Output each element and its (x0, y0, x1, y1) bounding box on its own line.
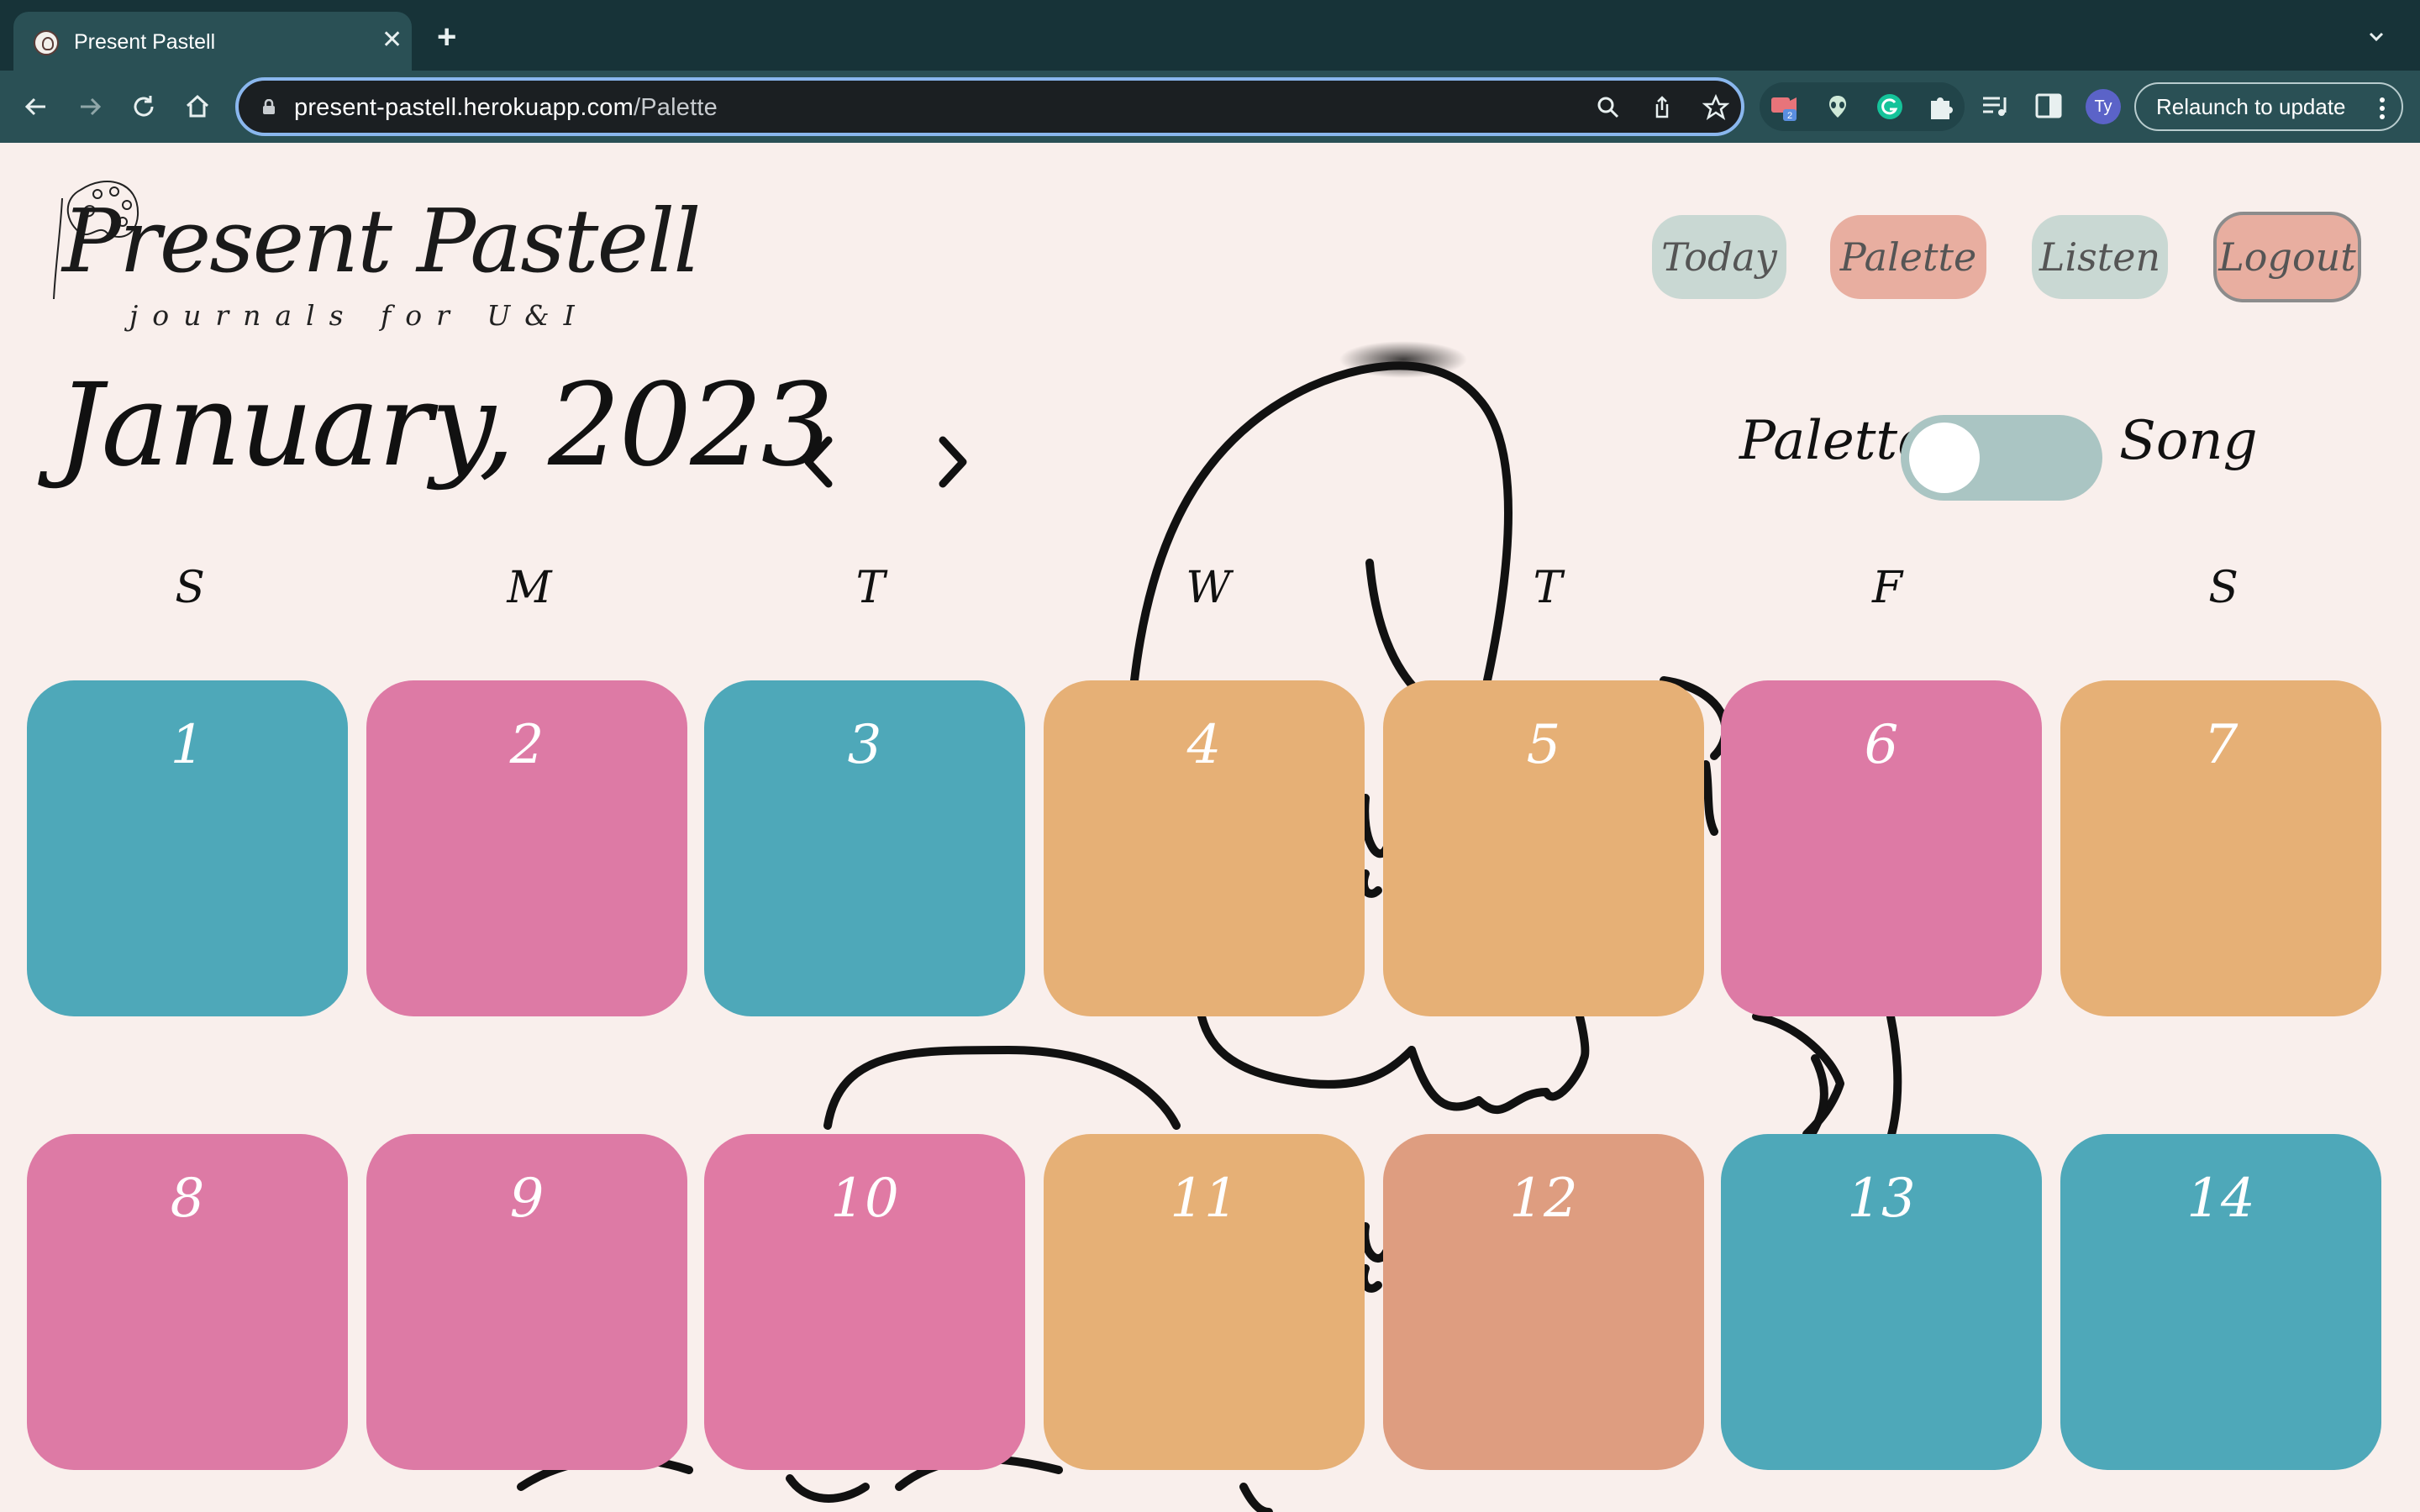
month-title: January, 2023 (57, 360, 834, 492)
day-number: 5 (1526, 714, 1561, 776)
calendar-day-cell[interactable]: 7 (2060, 680, 2381, 1016)
share-icon[interactable] (1649, 94, 1676, 121)
day-number: 3 (847, 714, 882, 776)
page-content: Present Pastell journals for U&I Today P… (0, 143, 2420, 1512)
calendar-day-cell[interactable]: 1 (27, 680, 348, 1016)
logo-title: Present Pastell (62, 190, 702, 292)
extension-alien-icon[interactable] (1823, 92, 1852, 121)
forward-button[interactable] (69, 86, 111, 128)
bookmark-star-icon[interactable] (1702, 94, 1729, 121)
new-tab-button[interactable]: + (437, 20, 456, 54)
next-month-chevron-icon[interactable] (928, 428, 978, 496)
calendar-day-cell[interactable]: 3 (704, 680, 1025, 1016)
home-button[interactable] (176, 86, 218, 128)
home-icon (186, 94, 209, 118)
weekday-label: F (1871, 563, 1903, 613)
reload-button[interactable] (123, 86, 165, 128)
browser-toolbar: present-pastell.herokuapp.com/Palette 2 (0, 71, 2420, 143)
extension-video-icon[interactable]: 2 (1770, 92, 1798, 121)
site-logo[interactable]: Present Pastell journals for U&I (47, 173, 702, 341)
calendar-day-cell[interactable]: 10 (704, 1134, 1025, 1470)
day-number: 10 (830, 1168, 899, 1230)
url-path: /Palette (633, 94, 718, 121)
weekday-label: W (1186, 563, 1231, 613)
url-host: present-pastell.herokuapp.com (294, 94, 634, 121)
tab-title: Present Pastell (74, 30, 216, 54)
day-number: 14 (2186, 1168, 2255, 1230)
day-number: 6 (1864, 714, 1899, 776)
day-number: 8 (170, 1168, 205, 1230)
nav-palette-button[interactable]: Palette (1830, 215, 1986, 299)
extensions-group: 2 (1760, 82, 1965, 131)
favicon-icon (34, 30, 59, 55)
side-panel-icon[interactable] (2033, 91, 2064, 121)
extension-badge: 2 (1787, 111, 1792, 121)
weekday-label: T (855, 563, 886, 613)
nav-today-button[interactable]: Today (1652, 215, 1786, 299)
media-queue-icon[interactable] (1980, 91, 2010, 121)
logo-subtitle: journals for U&I (129, 299, 589, 332)
calendar-day-cell[interactable]: 8 (27, 1134, 348, 1470)
calendar-day-cell[interactable]: 9 (366, 1134, 687, 1470)
day-number: 1 (170, 714, 205, 776)
puzzle-extensions-icon[interactable] (1926, 92, 1954, 121)
profile-avatar[interactable]: Ty (2086, 89, 2121, 124)
calendar-day-cell[interactable]: 13 (1721, 1134, 2042, 1470)
nav-logout-button[interactable]: Logout (2213, 212, 2361, 302)
browser-tabstrip: Present Pastell ✕ + (0, 0, 2420, 71)
prev-month-chevron-icon[interactable] (793, 428, 844, 496)
day-number: 4 (1186, 714, 1222, 776)
day-number: 11 (1170, 1168, 1239, 1230)
reload-icon (134, 96, 154, 117)
lock-icon[interactable] (262, 99, 276, 114)
calendar-day-cell[interactable]: 4 (1044, 680, 1365, 1016)
nav-listen-button[interactable]: Listen (2032, 215, 2168, 299)
day-number: 13 (1847, 1168, 1916, 1230)
kebab-menu-icon[interactable] (2378, 96, 2386, 121)
calendar-day-cell[interactable]: 2 (366, 680, 687, 1016)
calendar-day-cell[interactable]: 5 (1383, 680, 1704, 1016)
day-number: 9 (509, 1168, 544, 1230)
search-icon[interactable] (1595, 94, 1622, 121)
chevron-down-icon[interactable] (2368, 29, 2385, 45)
calendar-day-cell[interactable]: 11 (1044, 1134, 1365, 1470)
palette-song-toggle[interactable] (1901, 415, 2102, 501)
relaunch-label: Relaunch to update (2156, 93, 2346, 119)
weekday-label: S (2208, 563, 2238, 613)
address-bar[interactable]: present-pastell.herokuapp.com/Palette (235, 77, 1744, 136)
calendar-day-cell[interactable]: 6 (1721, 680, 2042, 1016)
toggle-label-song: Song (2119, 410, 2258, 472)
weekday-label: M (507, 563, 552, 613)
day-number: 12 (1509, 1168, 1578, 1230)
forward-arrow-icon (81, 97, 102, 116)
toggle-knob[interactable] (1909, 423, 1980, 493)
back-button[interactable] (15, 86, 57, 128)
day-number: 7 (2203, 714, 2238, 776)
url-text: present-pastell.herokuapp.com/Palette (294, 94, 718, 122)
browser-tab[interactable]: Present Pastell ✕ (13, 12, 412, 71)
relaunch-button[interactable]: Relaunch to update (2134, 82, 2403, 131)
tab-close-icon[interactable]: ✕ (381, 25, 402, 55)
back-arrow-icon (24, 97, 45, 116)
weekday-label: T (1533, 563, 1563, 613)
calendar-day-cell[interactable]: 14 (2060, 1134, 2381, 1470)
weekday-label: S (175, 563, 205, 613)
calendar-day-cell[interactable]: 12 (1383, 1134, 1704, 1470)
day-number: 2 (509, 714, 544, 776)
grammarly-icon[interactable] (1876, 92, 1904, 121)
